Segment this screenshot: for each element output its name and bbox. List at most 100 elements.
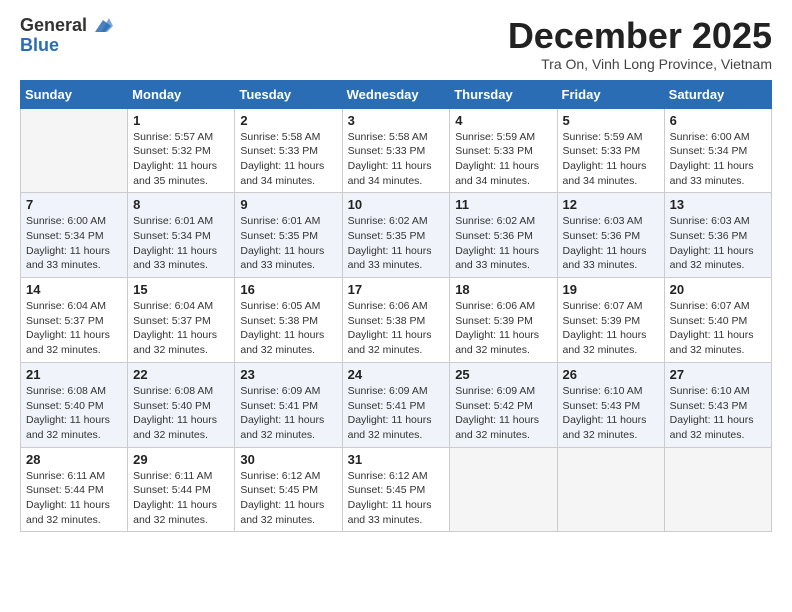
- daylight-text-line2: and 32 minutes.: [26, 428, 122, 443]
- day-number: 23: [240, 367, 336, 382]
- calendar-table: SundayMondayTuesdayWednesdayThursdayFrid…: [20, 80, 772, 533]
- weekday-header-monday: Monday: [128, 80, 235, 108]
- calendar-day-cell: 1Sunrise: 5:57 AMSunset: 5:32 PMDaylight…: [128, 108, 235, 193]
- day-detail: Sunrise: 5:58 AMSunset: 5:33 PMDaylight:…: [240, 130, 336, 189]
- calendar-day-cell: [450, 447, 557, 532]
- daylight-text-line2: and 33 minutes.: [455, 258, 551, 273]
- calendar-day-cell: 24Sunrise: 6:09 AMSunset: 5:41 PMDayligh…: [342, 362, 450, 447]
- daylight-text-line1: Daylight: 11 hours: [240, 328, 336, 343]
- sunrise-text: Sunrise: 6:02 AM: [348, 214, 445, 229]
- sunset-text: Sunset: 5:33 PM: [348, 144, 445, 159]
- day-number: 31: [348, 452, 445, 467]
- daylight-text-line1: Daylight: 11 hours: [563, 244, 659, 259]
- daylight-text-line2: and 32 minutes.: [563, 343, 659, 358]
- logo: General Blue: [20, 16, 113, 56]
- daylight-text-line1: Daylight: 11 hours: [670, 328, 766, 343]
- sunrise-text: Sunrise: 5:58 AM: [240, 130, 336, 145]
- day-number: 22: [133, 367, 229, 382]
- day-detail: Sunrise: 6:10 AMSunset: 5:43 PMDaylight:…: [670, 384, 766, 443]
- daylight-text-line2: and 32 minutes.: [26, 343, 122, 358]
- day-number: 10: [348, 197, 445, 212]
- calendar-day-cell: 18 Sunrise: 6:06 AMSunset: 5:39 PMDayligh…: [450, 278, 557, 363]
- day-number: 21: [26, 367, 122, 382]
- day-number: 15: [133, 282, 229, 297]
- calendar-day-cell: [557, 447, 664, 532]
- daylight-text-line2: and 32 minutes.: [455, 428, 551, 443]
- sunset-text: Sunset: 5:45 PM: [240, 483, 336, 498]
- daylight-text-line1: Daylight: 11 hours: [26, 413, 122, 428]
- sunset-text: Sunset: 5:42 PM: [455, 399, 551, 414]
- calendar-week-row: 28Sunrise: 6:11 AMSunset: 5:44 PMDayligh…: [21, 447, 772, 532]
- sunrise-text: Sunrise: 5:59 AM: [455, 130, 551, 145]
- sunrise-text: Sunrise: 6:08 AM: [26, 384, 122, 399]
- day-number: 13: [670, 197, 766, 212]
- logo-bird-icon: [91, 16, 113, 36]
- sunrise-text: Sunrise: 6:10 AM: [670, 384, 766, 399]
- daylight-text-line2: and 32 minutes.: [670, 428, 766, 443]
- day-detail: Sunrise: 6:00 AMSunset: 5:34 PMDaylight:…: [670, 130, 766, 189]
- day-number: 18: [455, 282, 551, 297]
- day-number: 6: [670, 113, 766, 128]
- day-detail: Sunrise: 6:11 AMSunset: 5:44 PMDaylight:…: [133, 469, 229, 528]
- daylight-text-line1: Daylight: 11 hours: [455, 328, 551, 343]
- day-detail: Sunrise: 5:59 AMSunset: 5:33 PMDaylight:…: [563, 130, 659, 189]
- day-number: 26: [563, 367, 659, 382]
- sunrise-text: Sunrise: 6:00 AM: [26, 214, 122, 229]
- calendar-week-row: 21Sunrise: 6:08 AMSunset: 5:40 PMDayligh…: [21, 362, 772, 447]
- daylight-text-line1: Daylight: 11 hours: [240, 244, 336, 259]
- daylight-text-line1: Daylight: 11 hours: [133, 244, 229, 259]
- sunset-text: Sunset: 5:43 PM: [670, 399, 766, 414]
- calendar-day-cell: 16 Sunrise: 6:05 AMSunset: 5:38 PMDayligh…: [235, 278, 342, 363]
- weekday-header-sunday: Sunday: [21, 80, 128, 108]
- sunrise-text: Sunrise: 6:04 AM: [26, 299, 122, 314]
- sunrise-text: Sunrise: 5:57 AM: [133, 130, 229, 145]
- calendar-day-cell: 17Sunrise: 6:06 AMSunset: 5:38 PMDayligh…: [342, 278, 450, 363]
- daylight-text-line2: and 34 minutes.: [240, 174, 336, 189]
- sunset-text: Sunset: 5:34 PM: [133, 229, 229, 244]
- daylight-text-line2: and 33 minutes.: [563, 258, 659, 273]
- sunset-text: Sunset: 5:36 PM: [563, 229, 659, 244]
- daylight-text-line1: Daylight: 11 hours: [348, 328, 445, 343]
- day-detail: Sunrise: 6:04 AMSunset: 5:37 PMDaylight:…: [133, 299, 229, 358]
- day-detail: Sunrise: 6:02 AMSunset: 5:36 PMDaylight:…: [455, 214, 551, 273]
- day-detail: Sunrise: 6:05 AMSunset: 5:38 PMDaylight:…: [240, 299, 336, 358]
- sunset-text: Sunset: 5:33 PM: [563, 144, 659, 159]
- daylight-text-line1: Daylight: 11 hours: [133, 498, 229, 513]
- weekday-header-wednesday: Wednesday: [342, 80, 450, 108]
- sunset-text: Sunset: 5:40 PM: [26, 399, 122, 414]
- weekday-header-tuesday: Tuesday: [235, 80, 342, 108]
- logo-general-text: General: [20, 16, 87, 36]
- sunrise-text: Sunrise: 6:04 AM: [133, 299, 229, 314]
- day-number: 16: [240, 282, 336, 297]
- day-detail: Sunrise: 6:11 AMSunset: 5:44 PMDaylight:…: [26, 469, 122, 528]
- daylight-text-line1: Daylight: 11 hours: [670, 244, 766, 259]
- daylight-text-line2: and 32 minutes.: [455, 343, 551, 358]
- sunrise-text: Sunrise: 6:12 AM: [240, 469, 336, 484]
- day-detail: Sunrise: 6:06 AMSunset: 5:39 PMDaylight:…: [455, 299, 551, 358]
- day-number: 4: [455, 113, 551, 128]
- calendar-day-cell: 21 Sunrise: 6:08 AMSunset: 5:40 PMDayligh…: [21, 362, 128, 447]
- sunset-text: Sunset: 5:40 PM: [670, 314, 766, 329]
- sunrise-text: Sunrise: 6:09 AM: [240, 384, 336, 399]
- daylight-text-line1: Daylight: 11 hours: [563, 413, 659, 428]
- calendar-day-cell: 26 Sunrise: 6:10 AMSunset: 5:43 PMDayligh…: [557, 362, 664, 447]
- day-number: 7: [26, 197, 122, 212]
- weekday-header-row: SundayMondayTuesdayWednesdayThursdayFrid…: [21, 80, 772, 108]
- day-detail: Sunrise: 6:03 AMSunset: 5:36 PMDaylight:…: [563, 214, 659, 273]
- daylight-text-line2: and 32 minutes.: [26, 513, 122, 528]
- sunset-text: Sunset: 5:32 PM: [133, 144, 229, 159]
- day-detail: Sunrise: 6:10 AMSunset: 5:43 PMDaylight:…: [563, 384, 659, 443]
- calendar-day-cell: [21, 108, 128, 193]
- day-number: 3: [348, 113, 445, 128]
- day-detail: Sunrise: 6:01 AMSunset: 5:34 PMDaylight:…: [133, 214, 229, 273]
- calendar-week-row: 7Sunrise: 6:00 AMSunset: 5:34 PMDaylight…: [21, 193, 772, 278]
- daylight-text-line1: Daylight: 11 hours: [133, 413, 229, 428]
- sunrise-text: Sunrise: 5:59 AM: [563, 130, 659, 145]
- calendar-day-cell: 2Sunrise: 5:58 AMSunset: 5:33 PMDaylight…: [235, 108, 342, 193]
- daylight-text-line2: and 32 minutes.: [133, 343, 229, 358]
- sunrise-text: Sunrise: 6:07 AM: [670, 299, 766, 314]
- calendar-day-cell: 25Sunrise: 6:09 AMSunset: 5:42 PMDayligh…: [450, 362, 557, 447]
- daylight-text-line1: Daylight: 11 hours: [670, 159, 766, 174]
- daylight-text-line1: Daylight: 11 hours: [26, 244, 122, 259]
- daylight-text-line2: and 33 minutes.: [348, 258, 445, 273]
